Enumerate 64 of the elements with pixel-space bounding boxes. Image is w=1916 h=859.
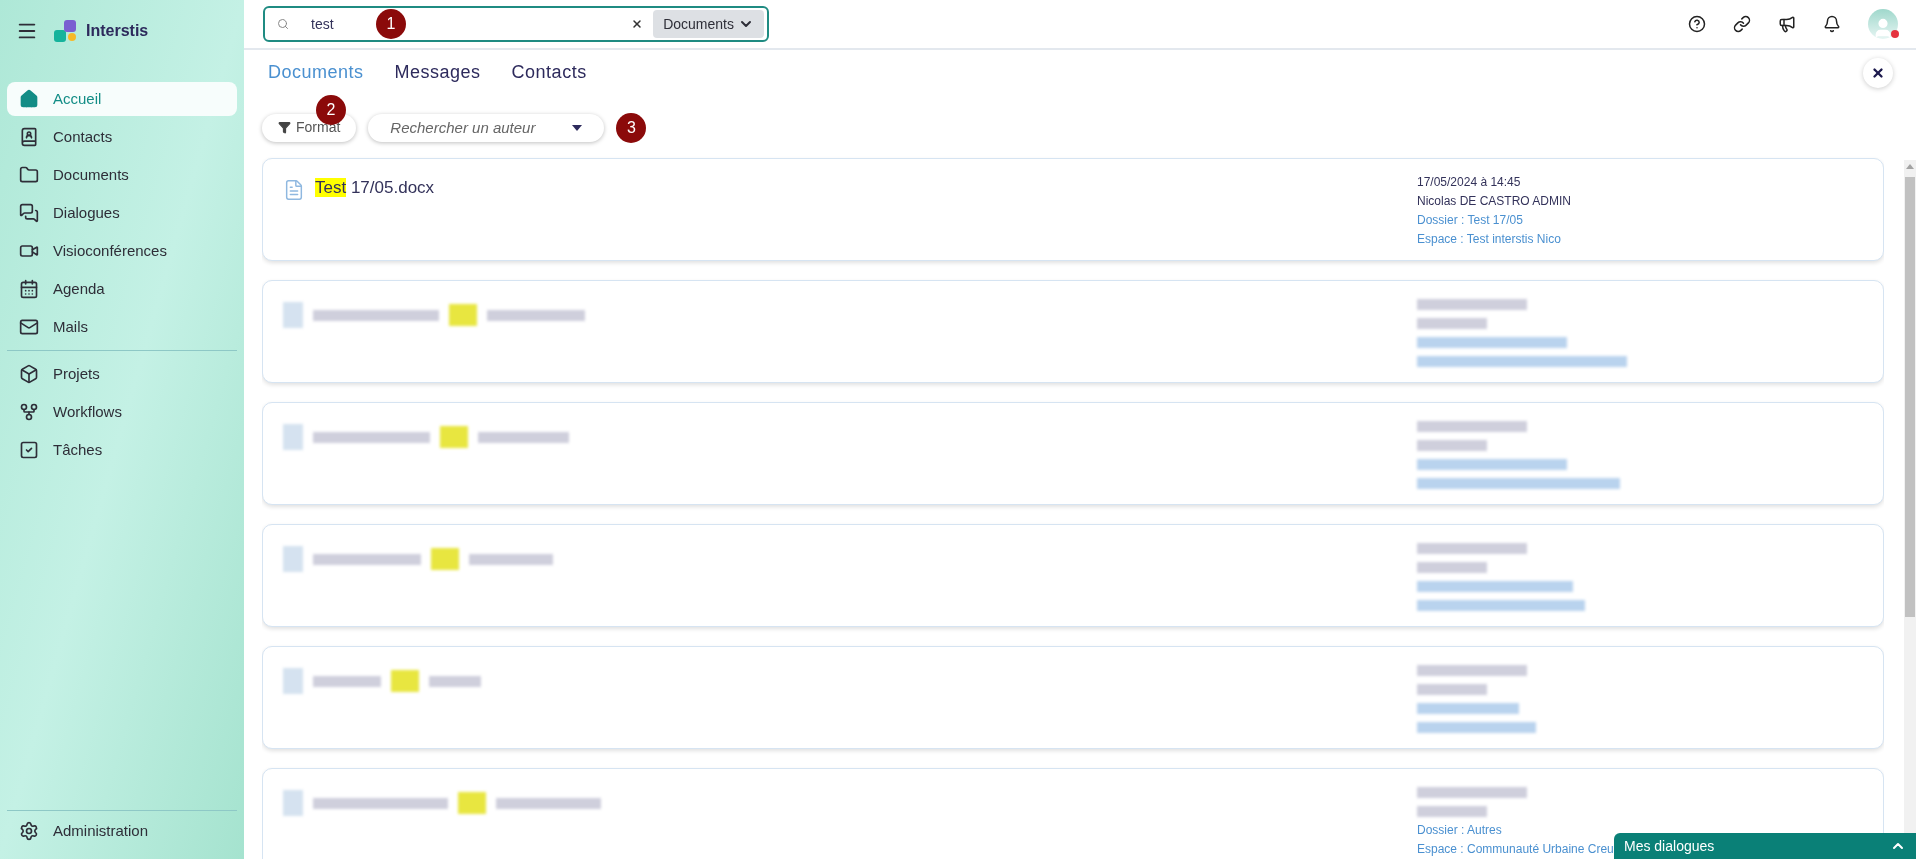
result-card[interactable]: Test 17/05.docx 17/05/2024 à 14:45 Nicolas DE CASTRO ADMIN Dossier : Test 17/05 Espace : Test interstis Nico <box>262 158 1884 262</box>
blurred-icon <box>283 546 303 573</box>
link-icon[interactable] <box>1733 15 1751 33</box>
sidebar-item[interactable]: Documents <box>7 158 237 192</box>
step-marker: 1 <box>376 9 406 39</box>
highlight-mark <box>440 426 468 449</box>
blurred-icon <box>283 668 303 695</box>
close-button[interactable] <box>1863 57 1893 88</box>
result-title[interactable]: Test 17/05.docx <box>315 177 435 200</box>
folder-link[interactable]: Dossier : Test 17/05 <box>1417 211 1863 231</box>
sidebar-item[interactable]: Contacts <box>7 120 237 154</box>
sidebar-item[interactable]: Dialogues <box>7 196 237 230</box>
highlight-mark <box>431 548 459 571</box>
branch-icon <box>19 402 39 422</box>
sidebar-item[interactable]: Visioconférences <box>7 234 237 268</box>
blurred-text <box>1417 440 1487 452</box>
chat-icon <box>19 203 39 223</box>
checkbox-icon <box>19 440 39 460</box>
home-icon <box>19 89 39 109</box>
megaphone-icon[interactable] <box>1778 15 1796 33</box>
highlight-mark <box>449 304 477 327</box>
blurred-text <box>428 675 481 687</box>
blurred-icon <box>283 302 303 329</box>
blurred-text <box>313 675 381 687</box>
scope-dropdown[interactable]: Documents <box>653 10 764 38</box>
avatar[interactable] <box>1868 9 1898 39</box>
author-search-dropdown[interactable]: Rechercher un auteur <box>368 113 605 142</box>
sidebar-item[interactable]: Workflows <box>7 395 237 429</box>
highlight-mark <box>458 792 486 815</box>
help-icon[interactable] <box>1688 15 1706 33</box>
step-marker: 3 <box>616 112 647 143</box>
tab[interactable]: Contacts <box>511 59 587 87</box>
settings-icon <box>19 821 39 841</box>
chat-dock-dialog[interactable]: Mes dialogues <box>1614 833 1916 859</box>
folder-icon <box>19 165 39 185</box>
blurred-text <box>1417 684 1487 696</box>
app-name: Interstis <box>86 21 149 41</box>
search-field[interactable]: test 1 Documents <box>263 6 769 42</box>
sidebar-item[interactable]: Projets <box>7 357 237 391</box>
blurred-text <box>1417 318 1487 330</box>
result-date: 17/05/2024 à 14:45 <box>1417 174 1522 192</box>
blurred-text <box>1417 806 1487 818</box>
sidebar-item[interactable]: Accueil <box>7 82 237 116</box>
space-link[interactable]: Espace : Test interstis Nico <box>1417 230 1863 250</box>
sidebar-item[interactable]: Administration <box>7 811 237 851</box>
mail-icon <box>19 317 39 337</box>
search-icon <box>277 18 289 30</box>
highlight-mark <box>390 670 419 693</box>
notification-icon[interactable] <box>1823 15 1841 33</box>
result-author: Nicolas DE CASTRO ADMIN <box>1417 193 1573 211</box>
close-icon <box>1871 65 1885 80</box>
sidebar-item[interactable]: Agenda <box>7 272 237 306</box>
sidebar-item[interactable]: Tâches <box>7 433 237 467</box>
cube-icon <box>19 364 39 384</box>
blurred-icon <box>283 424 303 451</box>
clear-icon[interactable] <box>631 18 644 30</box>
blurred-text <box>1417 562 1487 574</box>
contact-book-icon <box>19 127 39 147</box>
caret-icon <box>572 124 583 131</box>
filter-icon <box>278 121 291 135</box>
sidebar-item[interactable]: Mails <box>7 310 237 344</box>
calendar-icon <box>19 279 39 299</box>
tab[interactable]: Messages <box>394 59 481 87</box>
blurred-icon <box>283 790 303 817</box>
